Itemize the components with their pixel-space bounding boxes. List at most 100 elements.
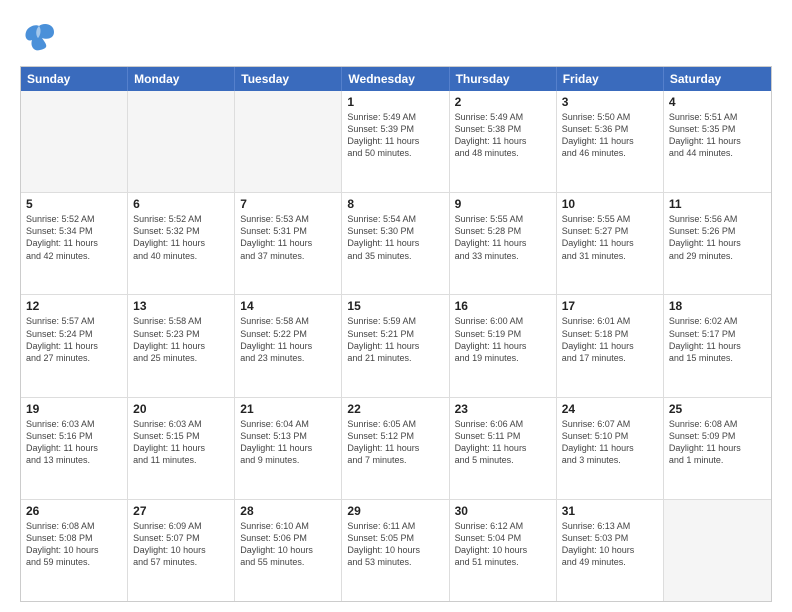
calendar-cell-8: 8 Sunrise: 5:54 AMSunset: 5:30 PMDaylight…	[342, 193, 449, 294]
calendar-cell-31: 31 Sunrise: 6:13 AMSunset: 5:03 PMDayligh…	[557, 500, 664, 601]
calendar-cell-27: 27Sunrise: 6:09 AMSunset: 5:07 PMDayligh…	[128, 500, 235, 601]
calendar-cell-29: 29 Sunrise: 6:11 AMSunset: 5:05 PMDayligh…	[342, 500, 449, 601]
day-number: 7	[240, 197, 336, 211]
calendar-cell-empty	[664, 500, 771, 601]
day-info: Sunrise: 6:08 AMSunset: 5:09 PMDaylight:…	[669, 418, 766, 467]
calendar-cell-22: 22Sunrise: 6:05 AMSunset: 5:12 PMDayligh…	[342, 398, 449, 499]
day-info: Sunrise: 6:10 AMSunset: 5:06 PMDaylight:…	[240, 520, 336, 569]
calendar-cell-17: 17 Sunrise: 6:01 AMSunset: 5:18 PMDayligh…	[557, 295, 664, 396]
logo	[20, 18, 66, 56]
day-number: 31	[562, 504, 658, 518]
calendar-cell-1: 1Sunrise: 5:49 AMSunset: 5:39 PMDaylight…	[342, 91, 449, 192]
day-number: 14	[240, 299, 336, 313]
calendar-cell-empty	[128, 91, 235, 192]
calendar-cell-24: 24Sunrise: 6:07 AMSunset: 5:10 PMDayligh…	[557, 398, 664, 499]
day-number: 9	[455, 197, 551, 211]
day-info: Sunrise: 6:03 AMSunset: 5:16 PMDaylight:…	[26, 418, 122, 467]
calendar-row-1: 5 Sunrise: 5:52 AMSunset: 5:34 PMDaylight…	[21, 193, 771, 295]
calendar-cell-5: 5 Sunrise: 5:52 AMSunset: 5:34 PMDaylight…	[21, 193, 128, 294]
logo-icon	[20, 18, 58, 56]
day-number: 6	[133, 197, 229, 211]
header	[20, 18, 772, 56]
calendar-cell-empty	[21, 91, 128, 192]
calendar-cell-25: 25 Sunrise: 6:08 AMSunset: 5:09 PMDayligh…	[664, 398, 771, 499]
day-number: 24	[562, 402, 658, 416]
day-number: 5	[26, 197, 122, 211]
day-info: Sunrise: 5:55 AMSunset: 5:27 PMDaylight:…	[562, 213, 658, 262]
day-info: Sunrise: 5:52 AMSunset: 5:34 PMDaylight:…	[26, 213, 122, 262]
calendar-body: 1Sunrise: 5:49 AMSunset: 5:39 PMDaylight…	[21, 91, 771, 601]
day-number: 19	[26, 402, 122, 416]
calendar-cell-21: 21 Sunrise: 6:04 AMSunset: 5:13 PMDayligh…	[235, 398, 342, 499]
calendar-cell-7: 7 Sunrise: 5:53 AMSunset: 5:31 PMDaylight…	[235, 193, 342, 294]
day-number: 21	[240, 402, 336, 416]
day-info: Sunrise: 5:59 AMSunset: 5:21 PMDaylight:…	[347, 315, 443, 364]
calendar-cell-11: 11Sunrise: 5:56 AMSunset: 5:26 PMDayligh…	[664, 193, 771, 294]
day-number: 17	[562, 299, 658, 313]
day-info: Sunrise: 5:54 AMSunset: 5:30 PMDaylight:…	[347, 213, 443, 262]
day-info: Sunrise: 6:11 AMSunset: 5:05 PMDaylight:…	[347, 520, 443, 569]
day-info: Sunrise: 6:04 AMSunset: 5:13 PMDaylight:…	[240, 418, 336, 467]
day-info: Sunrise: 5:53 AMSunset: 5:31 PMDaylight:…	[240, 213, 336, 262]
day-info: Sunrise: 6:01 AMSunset: 5:18 PMDaylight:…	[562, 315, 658, 364]
weekday-header-monday: Monday	[128, 67, 235, 91]
day-info: Sunrise: 6:00 AMSunset: 5:19 PMDaylight:…	[455, 315, 551, 364]
day-number: 26	[26, 504, 122, 518]
weekday-header-friday: Friday	[557, 67, 664, 91]
calendar-row-0: 1Sunrise: 5:49 AMSunset: 5:39 PMDaylight…	[21, 91, 771, 193]
calendar-cell-28: 28 Sunrise: 6:10 AMSunset: 5:06 PMDayligh…	[235, 500, 342, 601]
day-number: 12	[26, 299, 122, 313]
day-number: 28	[240, 504, 336, 518]
weekday-header-wednesday: Wednesday	[342, 67, 449, 91]
calendar-cell-15: 15 Sunrise: 5:59 AMSunset: 5:21 PMDayligh…	[342, 295, 449, 396]
calendar-row-3: 19 Sunrise: 6:03 AMSunset: 5:16 PMDayligh…	[21, 398, 771, 500]
calendar-cell-19: 19 Sunrise: 6:03 AMSunset: 5:16 PMDayligh…	[21, 398, 128, 499]
day-info: Sunrise: 6:09 AMSunset: 5:07 PMDaylight:…	[133, 520, 229, 569]
day-info: Sunrise: 6:05 AMSunset: 5:12 PMDaylight:…	[347, 418, 443, 467]
calendar-cell-empty	[235, 91, 342, 192]
calendar-cell-23: 23 Sunrise: 6:06 AMSunset: 5:11 PMDayligh…	[450, 398, 557, 499]
day-number: 15	[347, 299, 443, 313]
calendar-cell-13: 13 Sunrise: 5:58 AMSunset: 5:23 PMDayligh…	[128, 295, 235, 396]
day-info: Sunrise: 6:08 AMSunset: 5:08 PMDaylight:…	[26, 520, 122, 569]
day-info: Sunrise: 5:51 AMSunset: 5:35 PMDaylight:…	[669, 111, 766, 160]
weekday-header-saturday: Saturday	[664, 67, 771, 91]
day-info: Sunrise: 5:49 AMSunset: 5:38 PMDaylight:…	[455, 111, 551, 160]
page: SundayMondayTuesdayWednesdayThursdayFrid…	[0, 0, 792, 612]
day-number: 4	[669, 95, 766, 109]
calendar-cell-20: 20Sunrise: 6:03 AMSunset: 5:15 PMDayligh…	[128, 398, 235, 499]
calendar-cell-10: 10 Sunrise: 5:55 AMSunset: 5:27 PMDayligh…	[557, 193, 664, 294]
day-info: Sunrise: 5:52 AMSunset: 5:32 PMDaylight:…	[133, 213, 229, 262]
day-info: Sunrise: 5:50 AMSunset: 5:36 PMDaylight:…	[562, 111, 658, 160]
day-number: 3	[562, 95, 658, 109]
day-info: Sunrise: 6:13 AMSunset: 5:03 PMDaylight:…	[562, 520, 658, 569]
weekday-header-thursday: Thursday	[450, 67, 557, 91]
calendar-row-4: 26 Sunrise: 6:08 AMSunset: 5:08 PMDayligh…	[21, 500, 771, 601]
day-number: 29	[347, 504, 443, 518]
day-number: 30	[455, 504, 551, 518]
calendar-cell-12: 12 Sunrise: 5:57 AMSunset: 5:24 PMDayligh…	[21, 295, 128, 396]
day-info: Sunrise: 5:55 AMSunset: 5:28 PMDaylight:…	[455, 213, 551, 262]
day-number: 25	[669, 402, 766, 416]
calendar-row-2: 12 Sunrise: 5:57 AMSunset: 5:24 PMDayligh…	[21, 295, 771, 397]
calendar-header: SundayMondayTuesdayWednesdayThursdayFrid…	[21, 67, 771, 91]
day-info: Sunrise: 6:12 AMSunset: 5:04 PMDaylight:…	[455, 520, 551, 569]
day-number: 13	[133, 299, 229, 313]
calendar-cell-18: 18Sunrise: 6:02 AMSunset: 5:17 PMDayligh…	[664, 295, 771, 396]
calendar-cell-26: 26 Sunrise: 6:08 AMSunset: 5:08 PMDayligh…	[21, 500, 128, 601]
day-number: 10	[562, 197, 658, 211]
day-info: Sunrise: 6:06 AMSunset: 5:11 PMDaylight:…	[455, 418, 551, 467]
calendar-cell-16: 16Sunrise: 6:00 AMSunset: 5:19 PMDayligh…	[450, 295, 557, 396]
weekday-header-tuesday: Tuesday	[235, 67, 342, 91]
calendar-cell-30: 30 Sunrise: 6:12 AMSunset: 5:04 PMDayligh…	[450, 500, 557, 601]
calendar-cell-14: 14 Sunrise: 5:58 AMSunset: 5:22 PMDayligh…	[235, 295, 342, 396]
day-number: 18	[669, 299, 766, 313]
day-info: Sunrise: 5:58 AMSunset: 5:22 PMDaylight:…	[240, 315, 336, 364]
day-number: 20	[133, 402, 229, 416]
day-info: Sunrise: 5:57 AMSunset: 5:24 PMDaylight:…	[26, 315, 122, 364]
day-number: 23	[455, 402, 551, 416]
day-number: 8	[347, 197, 443, 211]
weekday-header-sunday: Sunday	[21, 67, 128, 91]
day-number: 2	[455, 95, 551, 109]
day-info: Sunrise: 5:58 AMSunset: 5:23 PMDaylight:…	[133, 315, 229, 364]
